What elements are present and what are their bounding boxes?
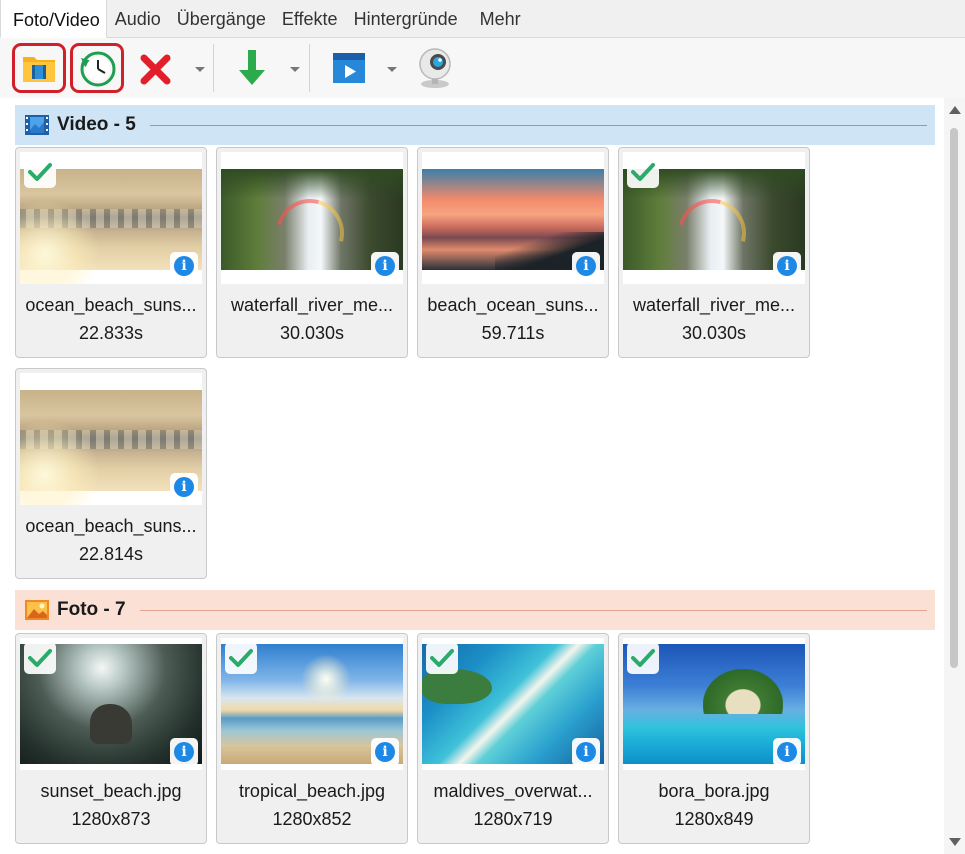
- info-icon[interactable]: i: [170, 252, 198, 280]
- media-name: ocean_beach_suns...: [25, 295, 197, 315]
- media-resolution: 1280x849: [674, 809, 754, 829]
- media-thumbnail[interactable]: i: [20, 152, 202, 284]
- info-icon[interactable]: i: [572, 252, 600, 280]
- info-icon[interactable]: i: [170, 738, 198, 766]
- section-header-video: Video - 5: [15, 105, 935, 145]
- used-check-icon: [24, 642, 56, 674]
- media-thumbnail[interactable]: i: [623, 152, 805, 284]
- scroll-down-arrow-icon[interactable]: [949, 838, 961, 846]
- delete-button[interactable]: [130, 43, 184, 93]
- media-name: bora_bora.jpg: [658, 781, 770, 801]
- media-card[interactable]: i beach_ocean_suns... 59.711s: [417, 147, 609, 358]
- tab-bar: Foto/Video Audio Übergänge Effekte Hinte…: [0, 0, 965, 38]
- add-media-folder-icon: [23, 57, 55, 82]
- media-card[interactable]: i maldives_overwat... 1280x719: [417, 633, 609, 844]
- media-card[interactable]: i bora_bora.jpg 1280x849: [618, 633, 810, 844]
- section-divider: [149, 124, 927, 126]
- media-card[interactable]: i sunset_beach.jpg 1280x873: [15, 633, 207, 844]
- media-duration: 22.814s: [78, 544, 144, 564]
- video-dropdown-arrow-icon[interactable]: [387, 64, 397, 74]
- recent-history-icon: [80, 51, 116, 87]
- media-thumbnail[interactable]: i: [20, 638, 202, 770]
- info-icon[interactable]: i: [371, 252, 399, 280]
- section-header-photo: Foto - 7: [15, 590, 935, 630]
- media-name: maldives_overwat...: [433, 781, 593, 801]
- delete-icon: [140, 54, 171, 85]
- media-card[interactable]: i waterfall_river_me... 30.030s: [618, 147, 810, 358]
- section-title-video: Video - 5: [57, 114, 136, 135]
- used-check-icon: [627, 156, 659, 188]
- media-thumbnail[interactable]: i: [20, 373, 202, 505]
- add-media-button[interactable]: [12, 43, 66, 93]
- import-dropdown-arrow-icon[interactable]: [290, 64, 300, 74]
- media-duration: 30.030s: [681, 323, 747, 343]
- webcam-icon: [419, 48, 451, 88]
- toolbar-separator: [309, 44, 310, 92]
- media-name: ocean_beach_suns...: [25, 516, 197, 536]
- webcam-button[interactable]: [408, 43, 462, 93]
- media-name: waterfall_river_me...: [632, 295, 796, 315]
- media-resolution: 1280x852: [272, 809, 352, 829]
- media-thumbnail[interactable]: i: [422, 152, 604, 284]
- media-name: waterfall_river_me...: [230, 295, 394, 315]
- media-resolution: 1280x873: [71, 809, 151, 829]
- info-icon[interactable]: i: [773, 738, 801, 766]
- recent-history-button[interactable]: [70, 43, 124, 93]
- media-thumbnail[interactable]: i: [221, 638, 403, 770]
- media-library: Video - 5 i ocean_beach_suns... 22.833s …: [0, 98, 945, 854]
- scroll-up-arrow-icon[interactable]: [949, 106, 961, 114]
- tab-effekte[interactable]: Effekte: [274, 0, 346, 37]
- media-duration: 30.030s: [279, 323, 345, 343]
- media-card[interactable]: i ocean_beach_suns... 22.814s: [15, 368, 207, 579]
- media-duration: 59.711s: [481, 323, 545, 343]
- photo-picture-icon: [25, 600, 49, 620]
- delete-dropdown-arrow-icon[interactable]: [195, 64, 205, 74]
- media-thumbnail[interactable]: i: [623, 638, 805, 770]
- media-name: beach_ocean_suns...: [427, 295, 599, 315]
- tab-foto-video[interactable]: Foto/Video: [0, 0, 107, 38]
- media-thumbnail[interactable]: i: [422, 638, 604, 770]
- media-name: sunset_beach.jpg: [40, 781, 182, 801]
- used-check-icon: [426, 642, 458, 674]
- used-check-icon: [24, 156, 56, 188]
- info-icon[interactable]: i: [371, 738, 399, 766]
- video-playlist-icon: [333, 53, 365, 83]
- toolbar-separator: [213, 44, 214, 92]
- toolbar: [0, 38, 965, 98]
- tab-uebergaenge[interactable]: Übergänge: [169, 0, 274, 37]
- section-divider: [139, 609, 927, 611]
- import-download-icon: [239, 50, 265, 85]
- video-playlist-button[interactable]: [322, 43, 376, 93]
- info-icon[interactable]: i: [773, 252, 801, 280]
- used-check-icon: [627, 642, 659, 674]
- tab-hintergruende[interactable]: Hintergründe: [346, 0, 466, 37]
- used-check-icon: [225, 642, 257, 674]
- tab-audio[interactable]: Audio: [107, 0, 169, 37]
- section-title-photo: Foto - 7: [57, 599, 126, 620]
- media-card[interactable]: i waterfall_river_me... 30.030s: [216, 147, 408, 358]
- info-icon[interactable]: i: [170, 473, 198, 501]
- vertical-scrollbar[interactable]: [944, 98, 965, 854]
- video-film-icon: [25, 115, 49, 135]
- media-card[interactable]: i tropical_beach.jpg 1280x852: [216, 633, 408, 844]
- media-thumbnail[interactable]: i: [221, 152, 403, 284]
- media-name: tropical_beach.jpg: [238, 781, 386, 801]
- media-card[interactable]: i ocean_beach_suns... 22.833s: [15, 147, 207, 358]
- info-icon[interactable]: i: [572, 738, 600, 766]
- media-resolution: 1280x719: [473, 809, 553, 829]
- media-duration: 22.833s: [78, 323, 144, 343]
- import-button[interactable]: [225, 43, 279, 93]
- tab-mehr[interactable]: Mehr: [472, 0, 529, 37]
- scrollbar-thumb[interactable]: [950, 128, 958, 668]
